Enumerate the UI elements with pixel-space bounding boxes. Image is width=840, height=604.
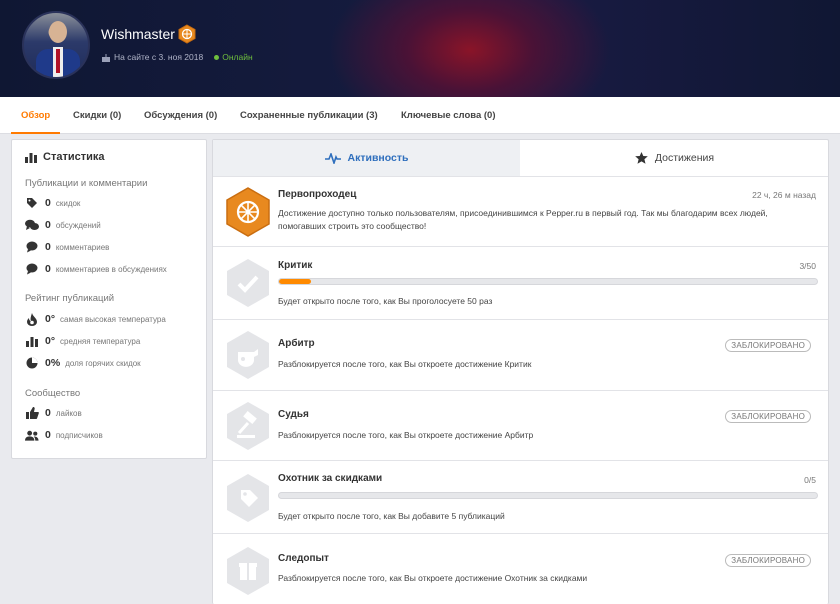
achievement-description: Будет открыто после того, как Вы добавит… [278, 511, 505, 521]
achievement-title: Судья [278, 409, 309, 420]
users-icon [25, 429, 39, 441]
achievement-description: Разблокируется после того, как Вы открое… [278, 430, 534, 440]
achievement-item: Критик 3/50 Будет открыто после того, ка… [213, 247, 828, 320]
stat-discussions: 0 обсуждений [25, 219, 101, 231]
tab-overview[interactable]: Обзор [10, 97, 61, 134]
comment-icon [25, 263, 39, 275]
stat-likes: 0 лайков [25, 407, 82, 419]
check-icon [227, 259, 269, 307]
achievement-progress-bar [278, 492, 818, 499]
member-since: На сайте с 3. ноя 2018 [114, 52, 204, 62]
achievement-time: 22 ч, 26 м назад [752, 190, 816, 200]
online-status: Онлайн [214, 52, 253, 62]
flame-icon [25, 312, 39, 326]
achievement-title: Критик [278, 260, 313, 271]
locked-badge: ЗАБЛОКИРОВАНО [725, 339, 811, 352]
achievement-progress-count: 3/50 [799, 261, 816, 271]
achievements-card: Активность Достижения Первопроходец 22 ч… [212, 139, 829, 604]
group-title-publications: Публикации и комментарии [25, 178, 148, 189]
stat-comments: 0 комментариев [25, 241, 109, 253]
achievement-item: Арбитр ЗАБЛОКИРОВАНО Разблокируется посл… [213, 320, 828, 391]
achievement-title: Арбитр [278, 338, 315, 349]
gift-icon [227, 547, 269, 595]
achievement-progress-bar [278, 278, 818, 285]
stat-followers: 0 подписчиков [25, 429, 103, 441]
achievement-title: Следопыт [278, 553, 329, 564]
stat-avg-temp: 0° средняя температура [25, 335, 140, 347]
locked-badge: ЗАБЛОКИРОВАНО [725, 554, 811, 567]
tab-keywords[interactable]: Ключевые слова (0) [401, 97, 496, 134]
profile-banner: Wishmaster На сайте с 3. ноя 2018 Онлайн [0, 0, 840, 97]
pie-chart-icon [25, 357, 39, 369]
achievement-item: Следопыт ЗАБЛОКИРОВАНО Разблокируется по… [213, 534, 828, 604]
tab-saved[interactable]: Сохраненные публикации (3) [240, 97, 378, 134]
stat-hot-share: 0% доля горячих скидок [25, 357, 141, 369]
stats-card: Статистика Публикации и комментарии 0 ски… [11, 139, 207, 459]
username[interactable]: Wishmaster [101, 26, 175, 42]
tag-icon [227, 474, 269, 522]
stat-max-temp: 0° самая высокая температура [25, 312, 166, 326]
whistle-icon [227, 331, 269, 379]
achievement-title: Охотник за скидками [278, 473, 383, 484]
tab-achievements[interactable]: Достижения [521, 140, 828, 176]
achievement-description: Будет открыто после того, как Вы проголо… [278, 296, 493, 306]
activity-pulse-icon [324, 152, 341, 164]
achievement-description: Разблокируется после того, как Вы открое… [278, 573, 588, 583]
achievement-description: Достижение доступно только пользователям… [278, 208, 768, 231]
discussions-icon [25, 219, 39, 231]
wheel-icon [226, 187, 270, 237]
group-title-community: Сообщество [25, 388, 81, 399]
bar-chart-icon [25, 335, 39, 347]
stat-discussion-comments: 0 комментариев в обсуждениях [25, 263, 167, 275]
profile-meta: На сайте с 3. ноя 2018 Онлайн [101, 52, 253, 62]
avatar[interactable] [22, 11, 90, 79]
achievement-item: Первопроходец 22 ч, 26 м назад Достижени… [213, 177, 828, 247]
tab-deals[interactable]: Скидки (0) [73, 97, 121, 134]
tab-discussions[interactable]: Обсуждения (0) [144, 97, 217, 134]
achievement-item: Охотник за скидками 0/5 Будет открыто по… [213, 461, 828, 534]
cake-icon [102, 53, 110, 62]
star-icon [635, 152, 648, 164]
activity-tabs: Активность Достижения [213, 140, 828, 177]
comment-icon [25, 241, 39, 253]
group-title-rating: Рейтинг публикаций [25, 293, 115, 304]
online-dot-icon [214, 54, 220, 60]
achievement-description: Разблокируется после того, как Вы открое… [278, 359, 532, 369]
achievement-progress-count: 0/5 [804, 475, 816, 485]
pioneer-badge-icon [178, 24, 196, 44]
bar-chart-icon [25, 152, 37, 163]
locked-badge: ЗАБЛОКИРОВАНО [725, 410, 811, 423]
stats-title: Статистика [25, 151, 105, 163]
profile-tabs: Обзор Скидки (0) Обсуждения (0) Сохранен… [0, 97, 840, 134]
achievement-title: Первопроходец [278, 189, 357, 200]
gavel-icon [227, 402, 269, 450]
tab-activity[interactable]: Активность [213, 140, 520, 176]
stat-deals: 0 скидок [25, 197, 80, 209]
tag-icon [25, 197, 39, 209]
achievement-item: Судья ЗАБЛОКИРОВАНО Разблокируется после… [213, 391, 828, 461]
thumbs-up-icon [25, 407, 39, 419]
